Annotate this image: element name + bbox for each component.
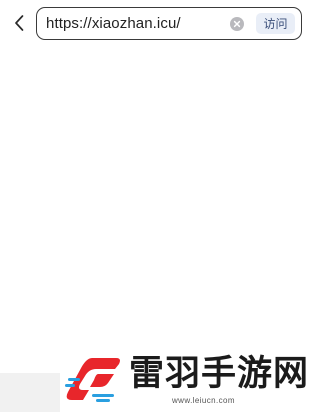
- site-watermark: 雷羽手游网 www.leiucn.com: [62, 352, 311, 412]
- clear-circle-icon: [233, 20, 241, 28]
- watermark-url: www.leiucn.com: [172, 396, 235, 405]
- address-toolbar: https://xiaozhan.icu/ 访问: [0, 0, 311, 46]
- clear-button[interactable]: [230, 17, 244, 31]
- browser-page: https://xiaozhan.icu/ 访问 雷羽手游网 www.leiuc…: [0, 0, 311, 412]
- bottom-gray-block: [0, 373, 60, 412]
- url-input-box[interactable]: https://xiaozhan.icu/ 访问: [36, 7, 302, 40]
- chevron-left-icon: [15, 15, 24, 31]
- leiyu-logo-icon: [65, 358, 120, 402]
- url-input[interactable]: https://xiaozhan.icu/: [46, 15, 181, 33]
- watermark-name: 雷羽手游网: [129, 354, 310, 394]
- visit-button[interactable]: 访问: [256, 13, 295, 34]
- back-button[interactable]: [8, 11, 30, 35]
